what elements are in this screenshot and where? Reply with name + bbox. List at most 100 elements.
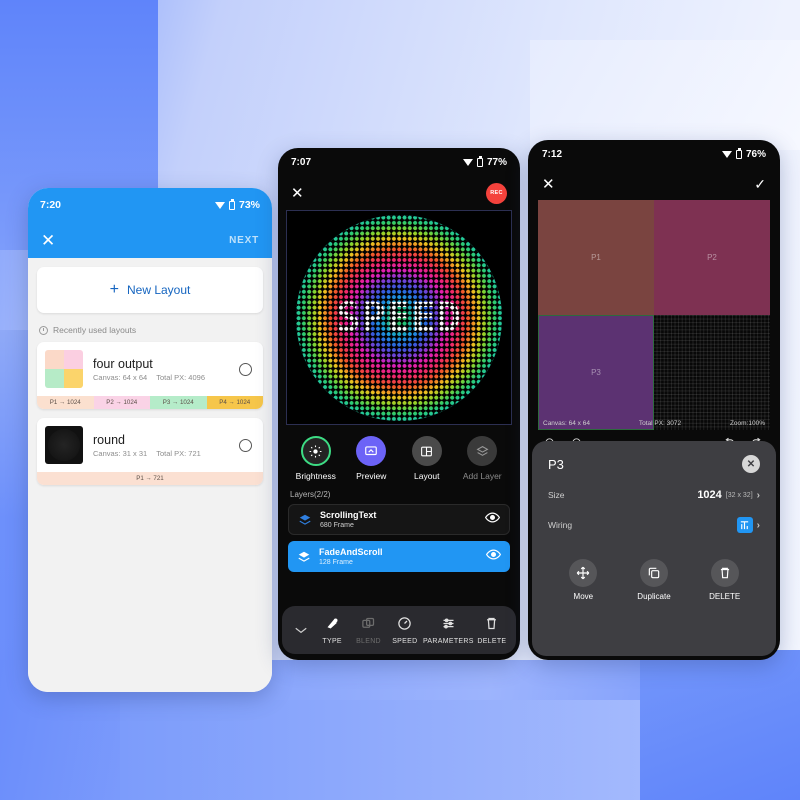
panel-p2[interactable]: P2	[654, 200, 770, 315]
battery-level: 77%	[486, 156, 507, 168]
layout-total-px: Total PX: 721	[156, 448, 201, 458]
layout-name: round	[93, 432, 125, 447]
tool-row: Brightness Preview Layout Add Layer	[278, 425, 520, 485]
wifi-icon	[721, 150, 732, 158]
layers-icon	[299, 514, 311, 525]
next-button[interactable]: NEXT	[229, 235, 259, 246]
delete-icon	[487, 617, 497, 629]
action-label: Move	[573, 592, 594, 601]
layer-name: FadeAndScroll	[319, 547, 383, 558]
speed-button[interactable]: SPEED	[387, 616, 423, 645]
panel-chip: P3 → 1024	[150, 396, 207, 409]
delete-button[interactable]: DELETE	[697, 559, 753, 601]
move-icon	[569, 559, 598, 587]
type-button[interactable]: TYPE	[314, 616, 350, 645]
panel-p3[interactable]: P3	[538, 315, 654, 430]
wiring-icon[interactable]	[736, 517, 753, 533]
status-indicators: 76%	[721, 148, 766, 160]
row-label: Wiring	[548, 520, 573, 530]
size-row[interactable]: Size 1024 [32 x 32] ›	[548, 489, 760, 501]
canvas-info: Canvas: 64 x 64 Total PX: 3072 Zoom:100%	[538, 417, 770, 430]
chevron-right-icon: ›	[756, 519, 760, 531]
row-value: ›	[736, 517, 760, 533]
close-icon[interactable]: ✕	[742, 455, 760, 473]
button-label: SPEED	[392, 637, 418, 645]
duplicate-button[interactable]: Duplicate	[626, 559, 682, 601]
confirm-icon[interactable]: ✓	[754, 176, 766, 193]
new-layout-label: New Layout	[126, 283, 191, 297]
wifi-icon	[462, 158, 473, 166]
status-bar: 7:07 77%	[278, 148, 520, 176]
layer-name: ScrollingText	[320, 510, 377, 521]
layer-text: ScrollingText 680 Frame	[320, 510, 376, 528]
list-item[interactable]: four output Canvas: 64 x 64 Total PX: 40…	[37, 342, 263, 409]
blend-icon	[362, 617, 375, 628]
tool-label: Brightness	[295, 471, 336, 481]
app-bar: ✕ ✓	[528, 168, 780, 200]
action-label: DELETE	[709, 592, 741, 601]
type-icon	[327, 618, 338, 628]
recent-label: Recently used layouts	[53, 325, 137, 335]
background-block-4	[120, 700, 640, 800]
led-preview-canvas[interactable]: SPEED	[286, 210, 512, 425]
parameters-button[interactable]: PARAMETERS	[423, 616, 474, 645]
button-label: BLEND	[356, 637, 381, 645]
wiring-row[interactable]: Wiring ›	[548, 517, 760, 533]
duplicate-icon	[639, 559, 668, 587]
canvas-total-px: Total PX: 3072	[638, 420, 682, 427]
row-label: Size	[548, 490, 565, 500]
panel-actions: Move Duplicate DELETE	[548, 559, 760, 601]
tool-preview[interactable]: Preview	[346, 436, 396, 481]
panel-chips: P1 → 721	[37, 472, 263, 485]
record-button[interactable]: REC	[486, 182, 507, 204]
chevron-right-icon: ›	[756, 489, 760, 501]
panel-chip: P4 → 1024	[206, 396, 263, 409]
list-item[interactable]: FadeAndScroll 128 Frame	[288, 541, 510, 572]
blend-button[interactable]: BLEND	[350, 616, 386, 645]
tool-label: Preview	[356, 471, 387, 481]
tool-layout[interactable]: Layout	[402, 436, 452, 481]
new-layout-button[interactable]: + New Layout	[37, 267, 263, 313]
recent-header: Recently used layouts	[39, 325, 261, 335]
battery-icon	[735, 148, 742, 159]
layout-radio[interactable]	[239, 438, 252, 452]
list-item[interactable]: ScrollingText 680 Frame	[288, 504, 510, 535]
tool-brightness[interactable]: Brightness	[291, 436, 341, 481]
brightness-icon	[300, 436, 331, 466]
close-icon[interactable]: ✕	[291, 184, 304, 202]
layout-canvas: Canvas: 31 x 31	[93, 448, 148, 458]
layout-list: + New Layout Recently used layouts four …	[28, 258, 272, 692]
list-item[interactable]: round Canvas: 31 x 31 Total PX: 721 P1 →…	[37, 418, 263, 485]
tool-label: Layout	[413, 471, 440, 481]
layout-total-px: Total PX: 4096	[156, 372, 205, 382]
battery-level: 73%	[238, 199, 260, 211]
panel-chip: P1 → 1024	[37, 396, 94, 409]
eye-icon[interactable]	[485, 547, 502, 567]
layer-frames: 128 Frame	[319, 558, 353, 566]
panel-canvas[interactable]: P1 P2 P3 Canvas: 64 x 64 Total PX: 3072 …	[538, 200, 770, 430]
layout-radio[interactable]	[239, 362, 252, 376]
layout-thumbnail	[45, 350, 83, 388]
close-icon[interactable]: ✕	[542, 175, 555, 193]
background-block-5	[640, 650, 800, 800]
status-indicators: 73%	[214, 199, 260, 211]
move-button[interactable]: Move	[555, 559, 611, 601]
tool-add-layer[interactable]: Add Layer	[457, 436, 507, 481]
panel-chip: P1 → 721	[37, 472, 263, 485]
led-dot-mask	[296, 214, 502, 421]
layout-canvas: Canvas: 64 x 64	[93, 372, 148, 382]
button-label: PARAMETERS	[422, 637, 474, 645]
status-time: 7:07	[291, 156, 312, 168]
wifi-icon	[214, 201, 225, 209]
delete-button[interactable]: DELETE	[474, 616, 510, 645]
layout-row[interactable]: round Canvas: 31 x 31 Total PX: 721	[37, 418, 263, 472]
size-value: 1024	[697, 489, 722, 501]
layout-name: four output	[93, 356, 153, 371]
close-icon[interactable]: ✕	[41, 232, 55, 249]
layout-row[interactable]: four output Canvas: 64 x 64 Total PX: 40…	[37, 342, 263, 396]
eye-icon[interactable]	[484, 510, 501, 530]
layers-header: Layers(2/2)	[290, 490, 331, 499]
add-layer-icon	[467, 436, 498, 466]
collapse-button[interactable]	[288, 621, 314, 639]
panel-p1[interactable]: P1	[538, 200, 654, 315]
